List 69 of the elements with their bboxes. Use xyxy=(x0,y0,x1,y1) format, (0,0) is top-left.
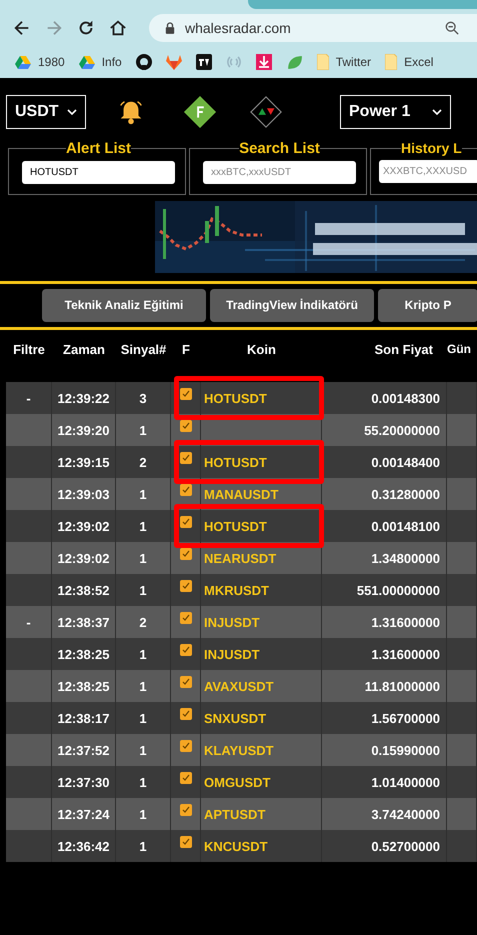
coin-link[interactable]: HOTUSDT xyxy=(204,390,267,406)
nav-button[interactable]: TradingView İndikatörü xyxy=(210,288,374,322)
coin-link[interactable]: SNXUSDT xyxy=(204,710,266,726)
coin-link[interactable]: KLAYUSDT xyxy=(204,742,274,758)
currency-select[interactable]: USDT xyxy=(6,95,86,129)
logo-icon[interactable] xyxy=(196,54,212,70)
checkbox[interactable] xyxy=(180,420,192,432)
chevron-icon xyxy=(67,109,77,115)
input-field[interactable]: HOTUSDT xyxy=(22,161,175,184)
drive-icon[interactable] xyxy=(78,55,95,69)
checkbox[interactable] xyxy=(180,836,192,848)
coin-link[interactable]: INJUSDT xyxy=(204,646,260,662)
column-header[interactable]: Gün xyxy=(447,342,477,356)
coin-link[interactable]: INJUSDT xyxy=(204,614,260,630)
chevron-icon xyxy=(432,109,442,115)
bookmark-label[interactable]: Info xyxy=(102,55,122,69)
fox-icon[interactable] xyxy=(166,54,182,70)
power-select[interactable]: Power 1 xyxy=(340,95,451,129)
download-icon[interactable] xyxy=(256,54,272,70)
lock-icon xyxy=(165,22,175,34)
home-icon[interactable] xyxy=(109,19,127,37)
nav-button[interactable]: Teknik Analiz Eğitimi xyxy=(42,288,206,322)
checkbox[interactable] xyxy=(180,644,192,656)
column-header[interactable]: Filtre xyxy=(6,342,52,356)
checkbox[interactable] xyxy=(180,388,192,400)
list-title: Alert List xyxy=(66,140,131,157)
checkbox[interactable] xyxy=(180,516,192,528)
reload-icon[interactable] xyxy=(77,19,95,37)
list-title: History L xyxy=(401,140,462,156)
checkbox[interactable] xyxy=(180,708,192,720)
input-field[interactable]: xxxBTC,xxxUSDT xyxy=(203,161,356,184)
bookmark-label[interactable]: Excel xyxy=(404,55,434,69)
column-header[interactable]: Son Fiyat xyxy=(322,342,447,356)
back-icon[interactable] xyxy=(13,19,31,37)
checkbox[interactable] xyxy=(180,804,192,816)
checkbox[interactable] xyxy=(180,484,192,496)
f-diamond-icon[interactable] xyxy=(183,95,217,129)
checkbox[interactable] xyxy=(180,772,192,784)
column-header[interactable]: Sinyal# xyxy=(116,342,171,356)
checkbox[interactable] xyxy=(180,612,192,624)
time-cell: 12:36:42 xyxy=(52,830,116,862)
coin-link[interactable]: MKRUSDT xyxy=(204,582,269,598)
column-header[interactable]: Zaman xyxy=(52,342,116,356)
signal-cell: 1 xyxy=(116,830,171,862)
drive-icon[interactable] xyxy=(15,55,31,69)
bookmark-label[interactable]: Twitter xyxy=(336,55,372,69)
coin-link[interactable]: HOTUSDT xyxy=(204,518,267,534)
input-field[interactable]: XXXBTC,XXXUSD xyxy=(379,160,477,183)
checkbox[interactable] xyxy=(180,580,192,592)
bookmark-label[interactable]: 1980 xyxy=(38,55,65,69)
coin-link[interactable]: MANAUSDT xyxy=(204,486,278,502)
coin-link[interactable]: AVAXUSDT xyxy=(204,678,274,694)
coin-link[interactable]: NEARUSDT xyxy=(204,550,276,566)
checkbox[interactable] xyxy=(180,452,192,464)
coin-link[interactable]: KNCUSDT xyxy=(204,838,268,854)
checkbox[interactable] xyxy=(180,676,192,688)
price-cell: 0.52700000 xyxy=(322,830,447,862)
checkbox[interactable] xyxy=(180,548,192,560)
coin-link[interactable]: HOTUSDT xyxy=(204,454,267,470)
zoom-icon[interactable] xyxy=(445,21,459,35)
coin-link[interactable]: OMGUSDT xyxy=(204,774,270,790)
coin-link[interactable]: APTUSDT xyxy=(204,806,266,822)
nav-button[interactable]: Kripto P xyxy=(378,288,477,322)
checkbox[interactable] xyxy=(180,740,192,752)
column-header[interactable]: Koin xyxy=(201,342,322,356)
list-title: Search List xyxy=(239,140,320,157)
address-bar[interactable]: whalesradar.com xyxy=(149,14,477,42)
column-header[interactable]: F xyxy=(171,342,201,356)
up-down-arrows-icon[interactable] xyxy=(249,95,283,129)
